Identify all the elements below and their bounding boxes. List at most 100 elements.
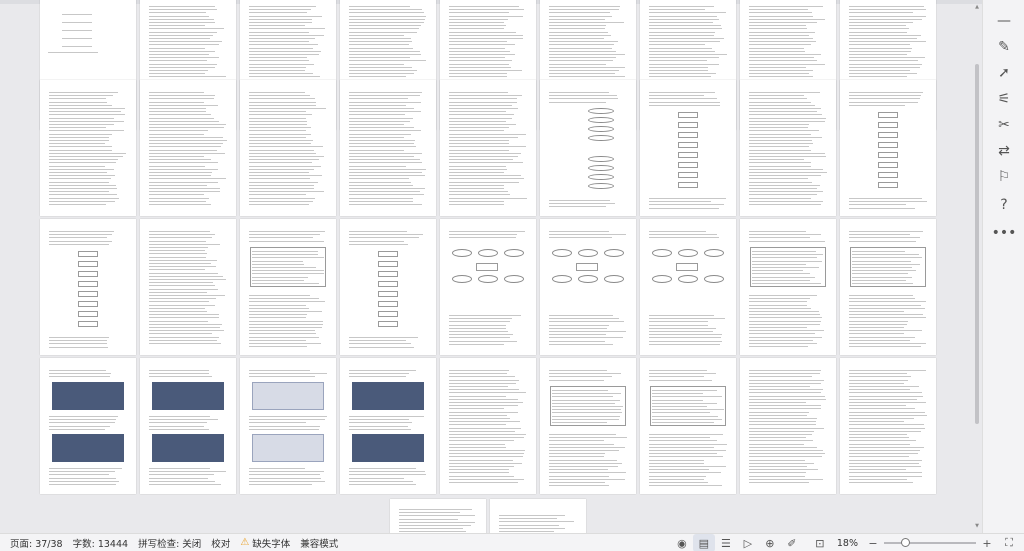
page-thumbnail[interactable] [540,80,636,216]
page-thumbnail[interactable] [240,80,336,216]
pen-icon[interactable]: ✐ [781,534,803,551]
text-line [649,92,716,93]
text-line [649,25,722,27]
text-line [449,120,506,122]
page-thumbnail[interactable] [740,80,836,216]
page-thumbnail[interactable] [440,219,536,355]
text-line [149,247,208,248]
proofread-button[interactable]: 校对 [211,536,230,550]
text-line [752,270,803,272]
shirt-icon[interactable]: ⚐ [991,164,1017,190]
text-line [849,478,907,480]
compat-mode-button[interactable]: 兼容模式 [300,536,338,550]
adjust-icon[interactable]: ⚟ [991,86,1017,112]
missing-font-button[interactable]: ⚠ 缺失字体 [240,536,290,550]
page-thumbnail[interactable] [640,80,736,216]
page-thumbnail[interactable] [840,358,936,494]
zoom-slider[interactable] [884,534,976,551]
page-thumbnail[interactable] [840,80,936,216]
text-line [449,327,507,329]
page-thumbnail[interactable] [840,219,936,355]
text-line [749,478,823,480]
select-arrow-icon[interactable]: ➚ [991,60,1017,86]
text-line [249,104,316,106]
edit-icon[interactable]: ✎ [991,34,1017,60]
text-line [449,9,524,11]
eye-icon[interactable]: ◉ [671,534,693,551]
minimize-icon[interactable]: — [991,8,1017,34]
zoom-in-button[interactable]: + [976,534,998,551]
page-thumbnail[interactable] [340,358,436,494]
page-thumbnail[interactable] [340,219,436,355]
page-thumbnail[interactable] [740,219,836,355]
page-thumbnail[interactable] [240,219,336,355]
page-thumbnail[interactable] [490,499,586,533]
play-icon[interactable]: ▷ [737,534,759,551]
translate-icon[interactable]: ⇄ [991,138,1017,164]
page-thumbnail[interactable] [140,358,236,494]
text-line [549,472,627,474]
text-line [849,424,924,426]
page-thumbnail[interactable] [740,358,836,494]
scrollbar-thumb[interactable] [975,64,979,424]
page-thumbnail[interactable] [440,358,536,494]
list-icon[interactable]: ☰ [715,534,737,551]
page-thumbnail[interactable] [240,358,336,494]
text-line [349,188,425,189]
fit-icon[interactable]: ⊡ [809,534,831,551]
text-line [649,15,717,17]
text-line [149,204,212,205]
text-line [349,117,413,119]
page-thumbnail[interactable] [390,499,486,533]
text-line [399,518,459,520]
vertical-scrollbar[interactable]: ▲ ▼ [974,4,980,529]
text-line [549,370,607,371]
page-thumbnail[interactable] [540,358,636,494]
text-line [849,47,912,49]
text-line [349,178,409,180]
tools-icon[interactable]: ✂ [991,112,1017,138]
text-line [249,181,318,183]
scroll-up-arrow[interactable]: ▲ [974,4,980,10]
page-thumbnail[interactable] [40,80,136,216]
text-line [349,425,409,427]
text-line [849,333,905,335]
spellcheck-status[interactable]: 拼写检查: 关闭 [138,536,201,550]
page-thumbnail[interactable] [140,219,236,355]
text-line [49,133,112,135]
text-line [149,184,207,186]
help-icon[interactable]: ? [991,192,1017,218]
text-line [749,117,827,119]
zoom-value[interactable]: 18% [837,538,858,549]
page-thumbnail[interactable] [640,358,736,494]
page-count[interactable]: 页面: 37/38 [10,536,63,550]
page-view-icon[interactable]: ▤ [692,534,715,551]
text-line [749,323,820,325]
scroll-down-arrow[interactable]: ▼ [974,523,980,529]
zoom-out-button[interactable]: − [862,534,884,551]
globe-icon[interactable]: ⊕ [759,534,781,551]
page-thumbnail[interactable] [40,358,136,494]
text-line [349,44,409,46]
more-icon[interactable]: ••• [991,220,1017,246]
page-thumbnail[interactable] [440,80,536,216]
text-line [849,376,911,378]
text-line [749,304,807,306]
fullscreen-icon[interactable]: ⛶ [998,534,1020,551]
page-thumbnail[interactable] [540,219,636,355]
word-count[interactable]: 字数: 13444 [73,536,128,550]
page-thumbnail[interactable] [640,219,736,355]
document-canvas[interactable] [0,0,982,533]
text-line [449,34,524,36]
zoom-knob[interactable] [900,538,910,547]
page-thumbnail[interactable] [140,80,236,216]
page-thumbnail[interactable] [40,219,136,355]
page-thumbnail[interactable] [340,80,436,216]
text-line [149,197,210,199]
text-line [449,31,517,33]
text-line [649,31,716,33]
text-line [449,184,504,186]
text-line [249,333,317,335]
text-line [549,50,617,52]
text-line [249,57,307,59]
